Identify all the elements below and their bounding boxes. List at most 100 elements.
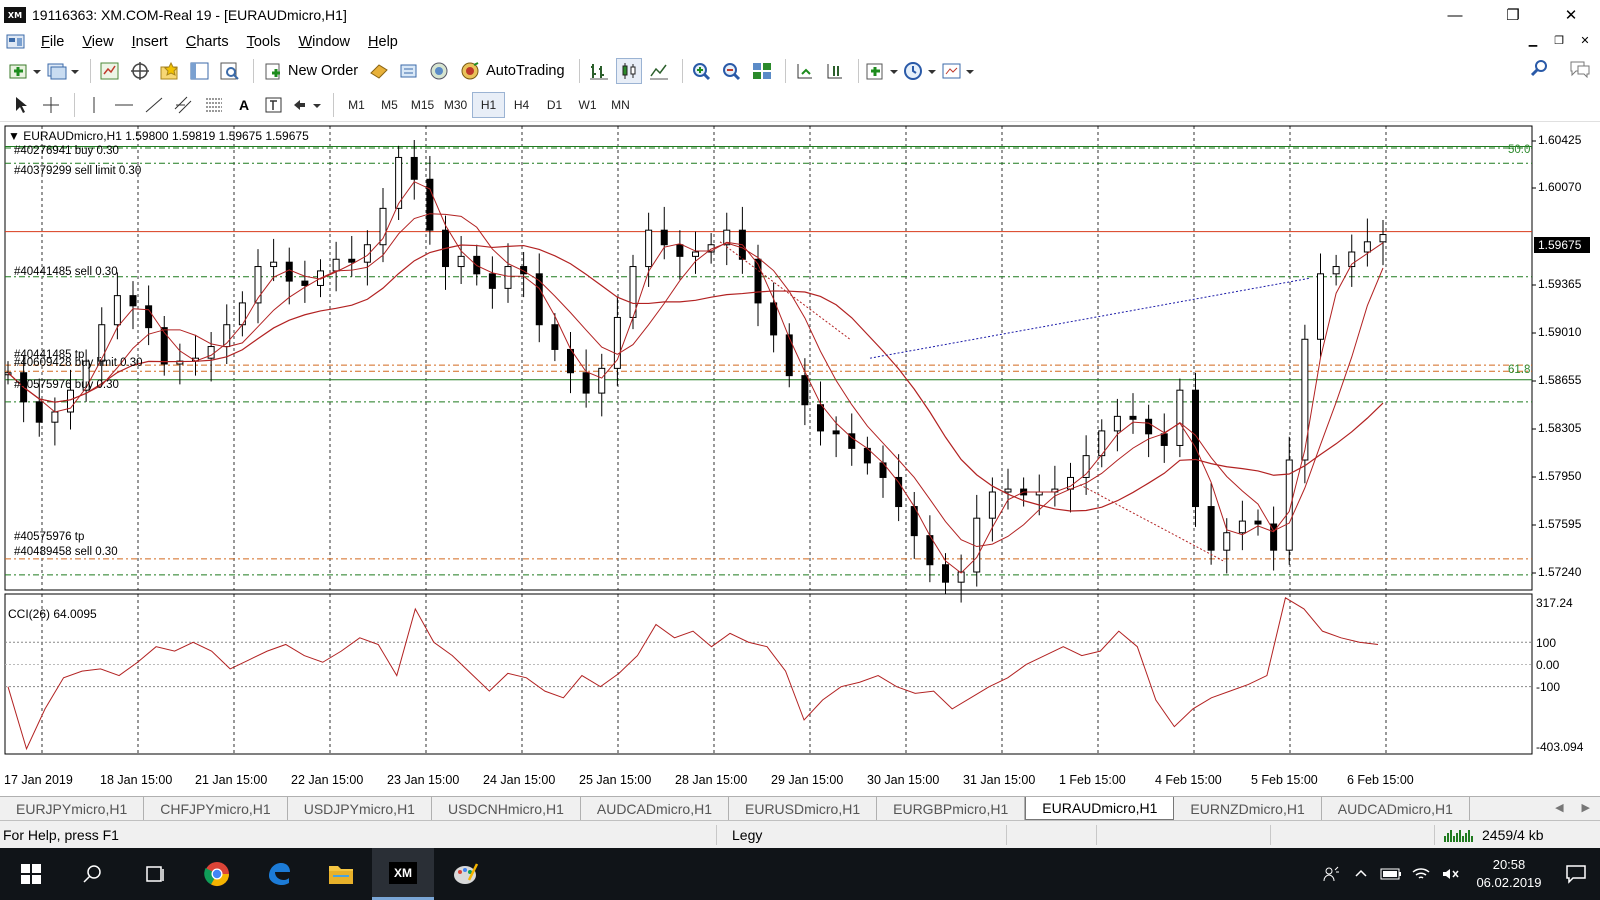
maximize-button[interactable]: ❐ (1484, 0, 1542, 30)
timeframe-m5[interactable]: M5 (373, 92, 406, 118)
candle-body (1176, 389, 1184, 446)
candle-body (426, 178, 434, 231)
periods-button[interactable] (903, 58, 937, 84)
tab-scroll-right-icon[interactable]: ▶ (1582, 801, 1590, 814)
candle-body (535, 273, 543, 326)
candle-body (1160, 433, 1168, 446)
chart-shift-icon[interactable] (822, 58, 848, 84)
timeframe-w1[interactable]: W1 (571, 92, 604, 118)
new-order-button[interactable]: New Order (260, 58, 362, 84)
chart-tab[interactable]: EURNZDmicro,H1 (1174, 797, 1322, 820)
horizontal-line-icon[interactable] (111, 92, 137, 118)
crosshair-icon[interactable] (38, 92, 64, 118)
chevron-up-icon[interactable] (1346, 866, 1376, 882)
menu-file[interactable]: File (32, 34, 73, 50)
task-view-icon[interactable] (124, 848, 186, 900)
date-axis-label: 22 Jan 15:00 (291, 773, 364, 787)
price-chart[interactable] (0, 122, 1600, 796)
date-axis-label: 21 Jan 15:00 (195, 773, 268, 787)
chat-icon[interactable] (1568, 58, 1592, 78)
trendline-icon[interactable] (141, 92, 167, 118)
mdi-restore-button[interactable]: ❐ (1550, 34, 1568, 47)
chart-tab[interactable]: EURJPYmicro,H1 (0, 797, 145, 820)
arrows-button[interactable] (291, 92, 323, 118)
market-icon[interactable] (396, 58, 422, 84)
date-axis-label: 6 Feb 15:00 (1347, 773, 1414, 787)
bar-chart-icon[interactable] (586, 58, 612, 84)
timeframe-d1[interactable]: D1 (538, 92, 571, 118)
autotrading-button[interactable]: AutoTrading (456, 58, 568, 84)
edge-icon[interactable] (248, 848, 310, 900)
menu-charts[interactable]: Charts (177, 34, 238, 50)
timeframe-m15[interactable]: M15 (406, 92, 439, 118)
metaeditor-icon[interactable] (366, 58, 392, 84)
chart-tab[interactable]: EURGBPmicro,H1 (877, 797, 1026, 820)
menu-tools[interactable]: Tools (238, 34, 290, 50)
chart-tab[interactable]: CHFJPYmicro,H1 (144, 797, 288, 820)
navigator-icon[interactable] (157, 58, 183, 84)
templates-button[interactable] (941, 58, 975, 84)
search-icon[interactable] (1530, 58, 1550, 78)
new-chart-button[interactable] (8, 58, 42, 84)
profiles-button[interactable] (46, 58, 80, 84)
clock-date: 06.02.2019 (1476, 875, 1542, 890)
tile-windows-icon[interactable] (749, 58, 775, 84)
text-icon[interactable]: A (231, 92, 257, 118)
chart-window[interactable]: ▼ EURAUDmicro,H1 1.59800 1.59819 1.59675… (0, 122, 1600, 796)
data-window-icon[interactable] (127, 58, 153, 84)
timeframe-m30[interactable]: M30 (439, 92, 472, 118)
wifi-icon[interactable] (1406, 866, 1436, 882)
zoom-in-icon[interactable] (689, 58, 715, 84)
start-icon[interactable] (0, 848, 62, 900)
app-logo-icon: XM (4, 7, 26, 23)
cursor-icon[interactable] (8, 92, 34, 118)
vertical-line-icon[interactable] (81, 92, 107, 118)
mdi-minimize-button[interactable]: ▁ (1524, 34, 1542, 47)
signals-icon[interactable] (426, 58, 452, 84)
xm-terminal-icon[interactable]: XM (372, 848, 434, 900)
file-explorer-icon[interactable] (310, 848, 372, 900)
menu-view[interactable]: View (73, 34, 122, 50)
channel-icon[interactable] (171, 92, 197, 118)
chart-tab[interactable]: EURUSDmicro,H1 (729, 797, 878, 820)
notifications-icon[interactable] (1552, 864, 1600, 884)
volume-muted-icon[interactable] (1436, 866, 1466, 882)
chart-tab[interactable]: USDCNHmicro,H1 (432, 797, 581, 820)
battery-icon[interactable] (1376, 867, 1406, 881)
mdi-close-button[interactable]: ✕ (1576, 34, 1594, 47)
timeframe-m1[interactable]: M1 (340, 92, 373, 118)
cci-scale-label: 0.00 (1536, 658, 1560, 672)
cci-scale-label: 317.24 (1536, 596, 1573, 610)
chart-tab-active[interactable]: EURAUDmicro,H1 (1025, 797, 1175, 820)
auto-scroll-icon[interactable] (792, 58, 818, 84)
fibonacci-icon[interactable] (201, 92, 227, 118)
close-button[interactable]: ✕ (1542, 0, 1600, 30)
timeframe-h1[interactable]: H1 (472, 91, 505, 118)
menu-insert[interactable]: Insert (123, 34, 177, 50)
menu-help[interactable]: Help (359, 34, 407, 50)
menu-window[interactable]: Window (289, 34, 359, 50)
traffic-bar (1450, 829, 1452, 842)
app-menu-icon[interactable] (6, 33, 26, 51)
tab-scroll-left-icon[interactable]: ◀ (1555, 801, 1563, 814)
market-watch-icon[interactable] (97, 58, 123, 84)
line-chart-icon[interactable] (646, 58, 672, 84)
text-label-icon[interactable] (261, 92, 287, 118)
chrome-icon[interactable] (186, 848, 248, 900)
collapse-icon[interactable]: ▼ (8, 129, 23, 143)
chart-tab[interactable]: AUDCADmicro,H1 (581, 797, 729, 820)
timeframe-h4[interactable]: H4 (505, 92, 538, 118)
clock[interactable]: 20:58 06.02.2019 (1466, 856, 1552, 892)
terminal-icon[interactable] (187, 58, 213, 84)
timeframe-mn[interactable]: MN (604, 92, 637, 118)
chart-tab[interactable]: AUDCADmicro,H1 (1322, 797, 1470, 820)
indicators-button[interactable] (865, 58, 899, 84)
search-icon[interactable] (62, 848, 124, 900)
chart-tab[interactable]: USDJPYmicro,H1 (288, 797, 432, 820)
zoom-out-icon[interactable] (719, 58, 745, 84)
strategy-tester-icon[interactable] (217, 58, 243, 84)
people-icon[interactable] (1316, 864, 1346, 884)
paint-icon[interactable] (434, 848, 496, 900)
minimize-button[interactable]: — (1426, 0, 1484, 30)
candlestick-chart-icon[interactable] (615, 58, 642, 84)
